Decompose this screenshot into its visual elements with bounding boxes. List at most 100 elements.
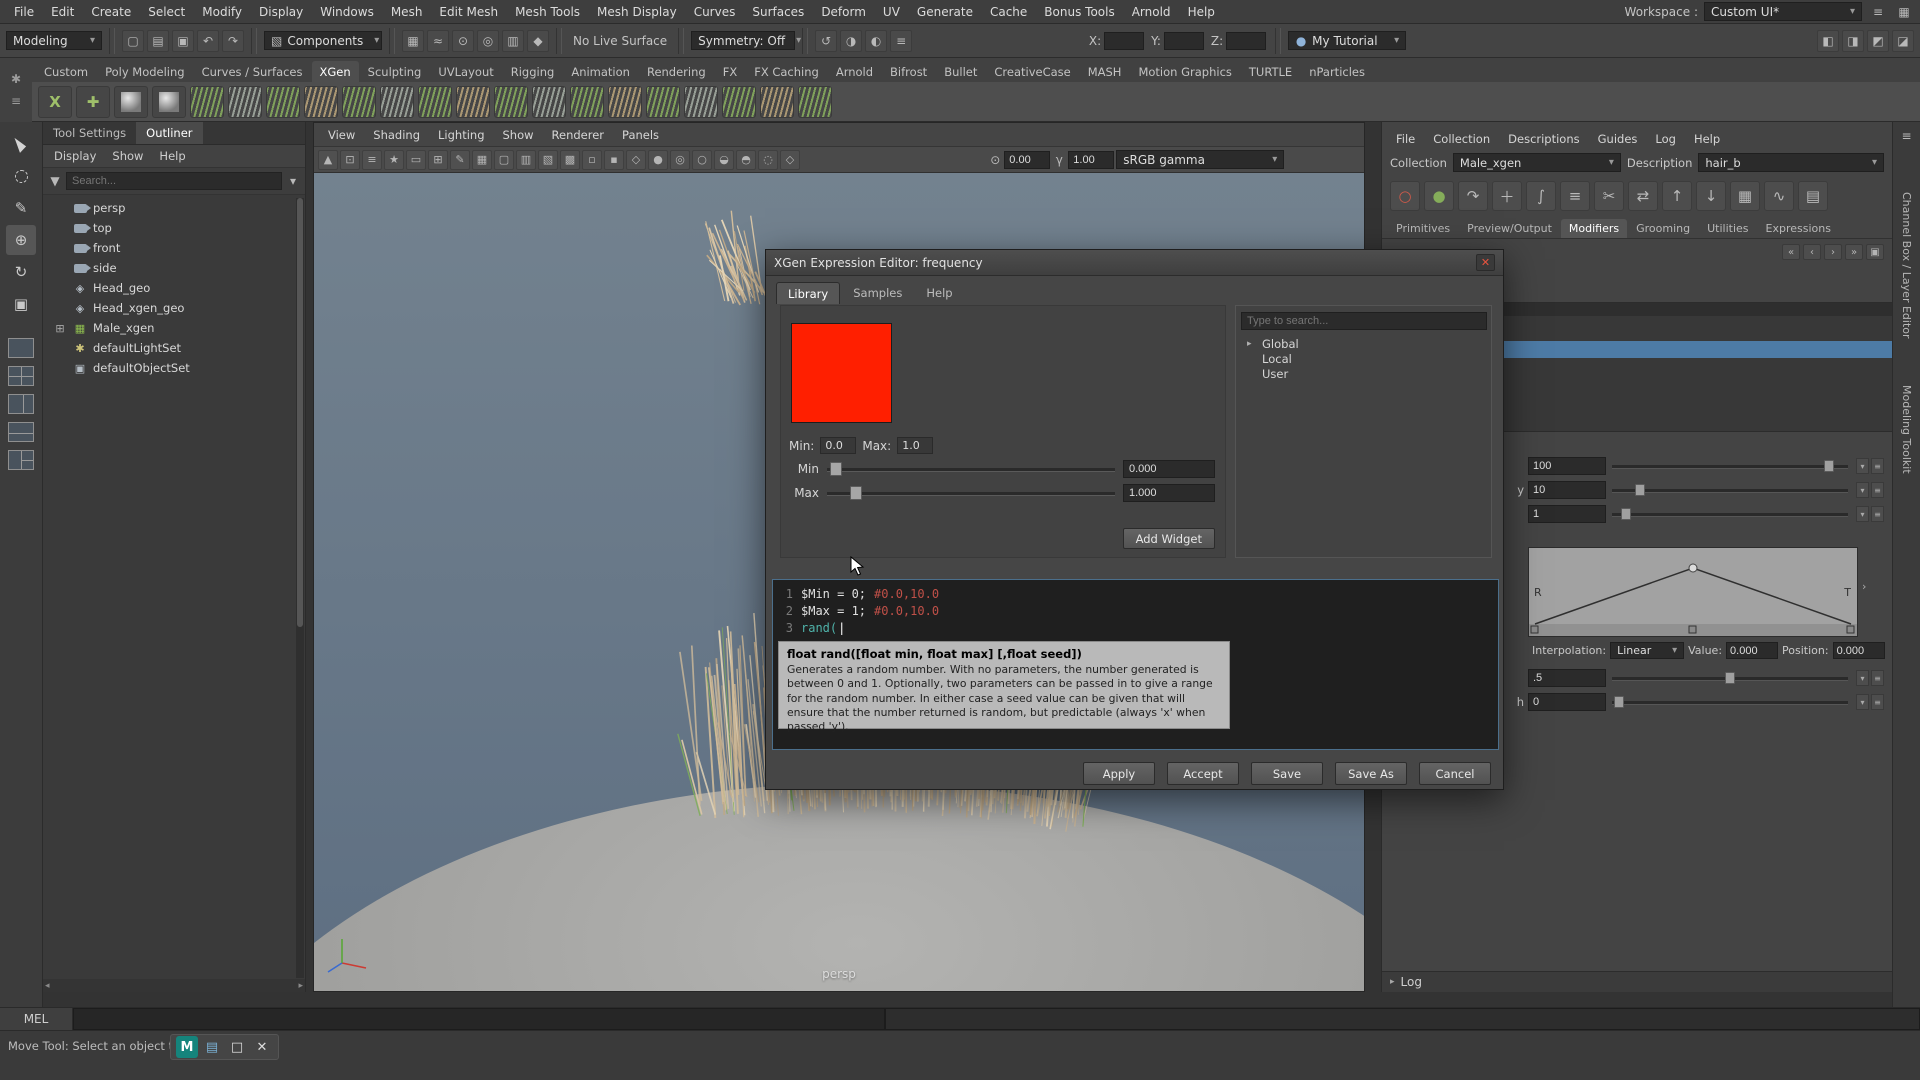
close-icon[interactable]: ✕ — [251, 1036, 273, 1058]
grid-icon[interactable]: ▦ — [472, 150, 492, 170]
dialog-button-save-as[interactable]: Save As — [1335, 762, 1407, 785]
camera-attributes-icon[interactable]: ≡ — [362, 150, 382, 170]
scale-tool[interactable]: ▣ — [6, 289, 36, 319]
shelf-tab-uvlayout[interactable]: UVLayout — [430, 61, 501, 82]
show-tool-settings-icon[interactable]: ◩ — [1867, 30, 1889, 52]
outliner-hscrollbar[interactable]: ◂ ▸ — [43, 979, 305, 992]
render-view-icon[interactable]: ◑ — [840, 30, 862, 52]
panel-tab-outliner[interactable]: Outliner — [136, 122, 202, 144]
account-selector[interactable]: ● My Tutorial — [1288, 31, 1406, 50]
dialog-button-apply[interactable]: Apply — [1083, 762, 1155, 785]
ramp-widget[interactable]: R T — [1528, 547, 1858, 637]
paint-select-tool[interactable]: ✎ — [6, 193, 36, 223]
outliner-item-persp[interactable]: persp — [43, 198, 305, 218]
extra-options-button-0[interactable]: ≡ — [1871, 670, 1884, 686]
groom-cut-icon[interactable] — [418, 86, 452, 118]
live-surface-label[interactable]: No Live Surface — [569, 34, 671, 48]
folder-icon[interactable]: ▤ — [1798, 181, 1828, 211]
construction-history-icon[interactable]: ↺ — [815, 30, 837, 52]
dialog-close-button[interactable]: ✕ — [1476, 254, 1495, 271]
extra-map-button-0[interactable]: ▾ — [1856, 670, 1869, 686]
attr-value-1[interactable] — [1528, 481, 1606, 499]
plus-create-icon[interactable]: ＋ — [1492, 181, 1522, 211]
textured-icon[interactable]: ◎ — [670, 150, 690, 170]
groom-place-icon[interactable] — [380, 86, 414, 118]
shelf-tab-bullet[interactable]: Bullet — [936, 61, 985, 82]
shelf-tab-custom[interactable]: Custom — [36, 61, 96, 82]
attr-value-0[interactable] — [1528, 457, 1606, 475]
shaded-icon[interactable]: ● — [648, 150, 668, 170]
shelf-tab-turtle[interactable]: TURTLE — [1241, 61, 1300, 82]
outliner-item-male-xgen[interactable]: ⊞▦Male_xgen — [43, 318, 305, 338]
outliner-menu-display[interactable]: Display — [47, 147, 103, 165]
tree-item-global[interactable]: Global — [1240, 336, 1487, 351]
grid-toggle-icon[interactable]: ▦ — [1730, 181, 1760, 211]
attr-map-button-2[interactable]: ▾ — [1856, 506, 1869, 522]
create-interactive-groom-icon[interactable] — [114, 86, 148, 118]
range-max-box[interactable]: 1.0 — [897, 437, 933, 454]
paint-sphere-icon[interactable]: ● — [1424, 181, 1454, 211]
go-prev-icon[interactable]: ‹ — [1803, 244, 1821, 260]
select-tool[interactable] — [6, 129, 36, 159]
viewport-menu-renderer[interactable]: Renderer — [544, 126, 613, 144]
lock-camera-icon[interactable]: ⊡ — [340, 150, 360, 170]
groom-mirror-icon[interactable] — [684, 86, 718, 118]
layout-three-split[interactable] — [8, 450, 34, 470]
dialog-tab-library[interactable]: Library — [776, 282, 840, 304]
outliner-item-head-xgen-geo[interactable]: ◈Head_xgen_geo — [43, 298, 305, 318]
sidebar-menu-icon[interactable]: ≡ — [1897, 126, 1917, 146]
shelf-tab-arnold[interactable]: Arnold — [828, 61, 881, 82]
safe-title-icon[interactable]: ▪ — [604, 150, 624, 170]
go-next-icon[interactable]: › — [1824, 244, 1842, 260]
xgen-tab-expressions[interactable]: Expressions — [1758, 219, 1839, 238]
tree-item-user[interactable]: User — [1240, 366, 1487, 381]
gamma-field[interactable] — [1068, 151, 1114, 169]
viewport-menu-lighting[interactable]: Lighting — [430, 126, 492, 144]
isolate-select-icon[interactable]: ◌ — [758, 150, 778, 170]
menu-generate[interactable]: Generate — [909, 3, 981, 21]
dialog-button-cancel[interactable]: Cancel — [1419, 762, 1491, 785]
menu-uv[interactable]: UV — [875, 3, 908, 21]
workspace-layout-icon[interactable]: ▦ — [1894, 2, 1914, 22]
attr-map-button-0[interactable]: ▾ — [1856, 458, 1869, 474]
film-gate-icon[interactable]: ▢ — [494, 150, 514, 170]
groom-length-icon[interactable] — [266, 86, 300, 118]
open-scene-icon[interactable]: ▤ — [147, 30, 169, 52]
go-last-icon[interactable]: » — [1845, 244, 1863, 260]
curves-to-guides-icon[interactable] — [760, 86, 794, 118]
value-field[interactable] — [1726, 642, 1778, 659]
redo-icon[interactable]: ↷ — [222, 30, 244, 52]
selection-mask-selector[interactable]: ▧ Components — [264, 31, 382, 50]
dialog-titlebar[interactable]: XGen Expression Editor: frequency ✕ — [766, 250, 1503, 276]
menu-select[interactable]: Select — [140, 3, 193, 21]
outliner-item-defaultobjectset[interactable]: ▣defaultObjectSet — [43, 358, 305, 378]
groom-select-icon[interactable] — [190, 86, 224, 118]
description-selector[interactable]: hair_b — [1698, 153, 1884, 172]
show-channel-box-icon[interactable]: ◪ — [1892, 30, 1914, 52]
shelf-tab-motion-graphics[interactable]: Motion Graphics — [1130, 61, 1239, 82]
resolution-gate-icon[interactable]: ▥ — [516, 150, 536, 170]
panel-tab-tool-settings[interactable]: Tool Settings — [43, 122, 136, 144]
extra-value-0[interactable] — [1528, 669, 1606, 687]
min-slider[interactable] — [827, 460, 1115, 478]
browse-folder-icon[interactable]: ▣ — [1866, 244, 1884, 260]
expression-code-editor[interactable]: 1$Min = 0;#0.0,10.02$Max = 1;#0.0,10.03r… — [772, 579, 1499, 750]
layout-four-pane[interactable] — [8, 366, 34, 386]
view-transform-selector[interactable]: sRGB gamma — [1116, 150, 1284, 169]
attr-options-button-0[interactable]: ≡ — [1871, 458, 1884, 474]
groom-comb-icon[interactable] — [228, 86, 262, 118]
snap-to-projected-center-icon[interactable]: ◎ — [477, 30, 499, 52]
xgen-tab-modifiers[interactable]: Modifiers — [1561, 219, 1627, 238]
menu-cache[interactable]: Cache — [982, 3, 1035, 21]
outliner-item-head-geo[interactable]: ◈Head_geo — [43, 278, 305, 298]
layout-single[interactable] — [8, 338, 34, 358]
menu-curves[interactable]: Curves — [686, 3, 744, 21]
direction-arrow-icon[interactable]: ↷ — [1458, 181, 1488, 211]
xgen-tab-grooming[interactable]: Grooming — [1628, 219, 1698, 238]
outliner-vscrollbar[interactable] — [296, 198, 304, 978]
shelf-tab-curves-surfaces[interactable]: Curves / Surfaces — [194, 61, 311, 82]
attr-slider-0[interactable] — [1612, 458, 1848, 474]
scissors-icon[interactable]: ✂ — [1594, 181, 1624, 211]
layout-two-stacked[interactable] — [8, 422, 34, 442]
snap-to-grid-icon[interactable]: ▦ — [402, 30, 424, 52]
